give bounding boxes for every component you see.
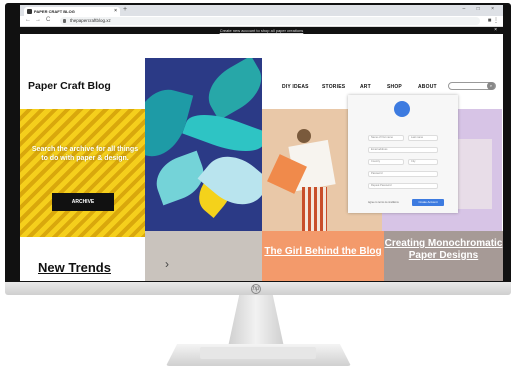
archive-hero: Search the archive for all things to do … [20, 109, 145, 237]
grey-panel [145, 231, 262, 281]
repeat-password-field[interactable]: Repeat Password [368, 183, 438, 189]
forward-icon[interactable]: → [35, 17, 41, 23]
tab-title: PAPER CRAFT BLOG [34, 9, 75, 14]
back-icon[interactable]: ← [25, 17, 31, 23]
trends-title[interactable]: New Trends [38, 260, 111, 275]
extensions-icon[interactable]: ■ ⋮ [488, 17, 499, 24]
browser-tab-bar: PAPER CRAFT BLOG × + – □ × [20, 5, 503, 16]
archive-hero-text: Search the archive for all things to do … [31, 146, 139, 162]
browser-tab[interactable]: PAPER CRAFT BLOG × [24, 7, 120, 16]
nav-diy-ideas[interactable]: DIY IDEAS [282, 84, 309, 90]
terms-text[interactable]: Agree to terms & conditions [368, 201, 399, 204]
url-input[interactable]: thepapercraftblog.xz [60, 17, 480, 25]
nav-about[interactable]: ABOUT [418, 84, 437, 90]
country-field[interactable]: Country [368, 159, 404, 165]
city-field[interactable]: City [408, 159, 438, 165]
avatar [394, 101, 410, 117]
monitor-stand-neck [228, 295, 284, 347]
archive-button[interactable]: ARCHIVE [52, 193, 114, 211]
photo-scene: hp PAPER CRAFT BLOG × + – □ × ← → C thep… [0, 0, 515, 373]
promo-banner: Create new account to shop all paper cre… [20, 27, 503, 34]
new-tab-icon[interactable]: + [123, 6, 127, 13]
site-logo[interactable]: Paper Craft Blog [28, 80, 111, 92]
signup-form: Name of first name Last name Email addre… [348, 95, 458, 213]
nav-stories[interactable]: STORIES [322, 84, 345, 90]
nav-shop[interactable]: SHOP [387, 84, 402, 90]
monitor-stand-plate [200, 347, 316, 359]
favicon-icon [27, 9, 32, 14]
email-field[interactable]: Email address [368, 147, 438, 153]
first-name-field[interactable]: Name of first name [368, 135, 404, 141]
create-account-button[interactable]: Create Account [412, 199, 444, 206]
password-field[interactable]: Password [368, 171, 438, 177]
address-bar-row: ← → C thepapercraftblog.xz ■ ⋮ [20, 16, 503, 27]
reload-icon[interactable]: C [46, 17, 50, 23]
chevron-right-icon[interactable]: › [165, 257, 169, 271]
last-name-field[interactable]: Last name [408, 135, 438, 141]
window-controls[interactable]: – □ × [463, 6, 500, 12]
hp-logo: hp [251, 284, 261, 294]
close-icon[interactable]: × [494, 27, 497, 34]
nav-art[interactable]: ART [360, 84, 371, 90]
search-input[interactable]: ⌕ [448, 82, 496, 90]
search-icon[interactable]: ⌕ [487, 82, 495, 90]
close-icon[interactable]: × [114, 7, 117, 16]
creating-card-title[interactable]: Creating Monochromatic Paper Designs [384, 238, 503, 262]
lock-icon [63, 19, 66, 23]
promo-link[interactable]: Create new account to shop all paper cre… [220, 28, 304, 33]
monitor-screen: PAPER CRAFT BLOG × + – □ × ← → C thepape… [20, 5, 503, 281]
girl-card-title[interactable]: The Girl Behind the Blog [262, 245, 384, 258]
